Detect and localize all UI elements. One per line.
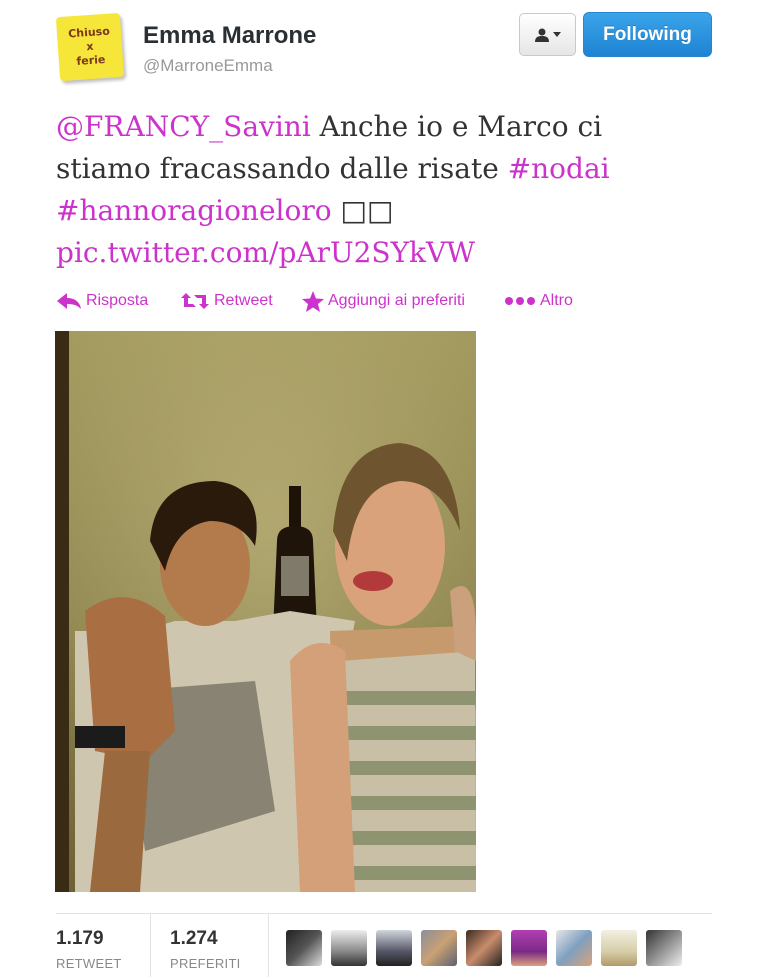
retweet-count[interactable]: 1.179 RETWEET (56, 928, 122, 971)
stats-separator (150, 914, 151, 977)
hashtag-link-hannoragioneloro[interactable]: #hannoragioneloro (56, 194, 332, 227)
favorite-count-label: PREFERITI (170, 956, 241, 971)
user-actions-dropdown[interactable] (519, 13, 576, 56)
retweet-icon (181, 293, 209, 309)
stats-separator (268, 914, 269, 977)
more-label: Altro (540, 292, 573, 309)
more-action[interactable]: Altro (504, 292, 573, 310)
mention-link[interactable]: @FRANCY_Savini (56, 110, 311, 143)
person-icon (535, 28, 549, 42)
dots-icon (505, 297, 535, 305)
favoriter-avatar[interactable] (556, 930, 592, 966)
unrendered-emoji-glyphs: □□ (331, 194, 394, 227)
star-icon (302, 290, 324, 312)
avatar-text: Chiuso x ferie (67, 24, 111, 68)
favorite-count-value: 1.274 (170, 928, 218, 949)
chevron-down-icon (553, 32, 561, 37)
retweet-action[interactable]: Retweet (180, 292, 302, 310)
favoriter-avatar[interactable] (421, 930, 457, 966)
favoriter-avatar[interactable] (331, 930, 367, 966)
user-screen-name[interactable]: @MarroneEmma (143, 56, 273, 76)
stats-divider (56, 913, 712, 914)
reply-label: Risposta (86, 292, 149, 309)
favoriter-avatar[interactable] (466, 930, 502, 966)
favorite-count[interactable]: 1.274 PREFERITI (170, 928, 241, 971)
tweet-photo[interactable] (55, 331, 476, 892)
retweet-label: Retweet (214, 292, 273, 309)
favoriter-avatar[interactable] (376, 930, 412, 966)
reply-arrow-icon (57, 293, 81, 309)
pic-link[interactable]: pic.twitter.com/pArU2SYkVW (56, 236, 475, 269)
tweet-text: @FRANCY_Savini Anche io e Marco ci stiam… (56, 106, 696, 274)
tweet-actions: Risposta Retweet Aggiungi ai preferiti A… (56, 288, 573, 314)
favorite-label: Aggiungi ai preferiti (328, 292, 465, 309)
reply-action[interactable]: Risposta (56, 292, 180, 310)
user-full-name[interactable]: Emma Marrone (143, 22, 316, 50)
favoriter-avatar[interactable] (646, 930, 682, 966)
favoriter-avatar[interactable] (511, 930, 547, 966)
retweet-count-value: 1.179 (56, 928, 104, 949)
photo-illustration (55, 331, 476, 892)
favoriters-avatars (286, 930, 682, 966)
favoriter-avatar[interactable] (601, 930, 637, 966)
hashtag-link-nodai[interactable]: #nodai (508, 152, 610, 185)
favorite-action[interactable]: Aggiungi ai preferiti (302, 290, 504, 312)
following-button[interactable]: Following (583, 12, 712, 57)
retweet-count-label: RETWEET (56, 956, 122, 971)
favoriter-avatar[interactable] (286, 930, 322, 966)
user-avatar[interactable]: Chiuso x ferie (55, 12, 125, 82)
